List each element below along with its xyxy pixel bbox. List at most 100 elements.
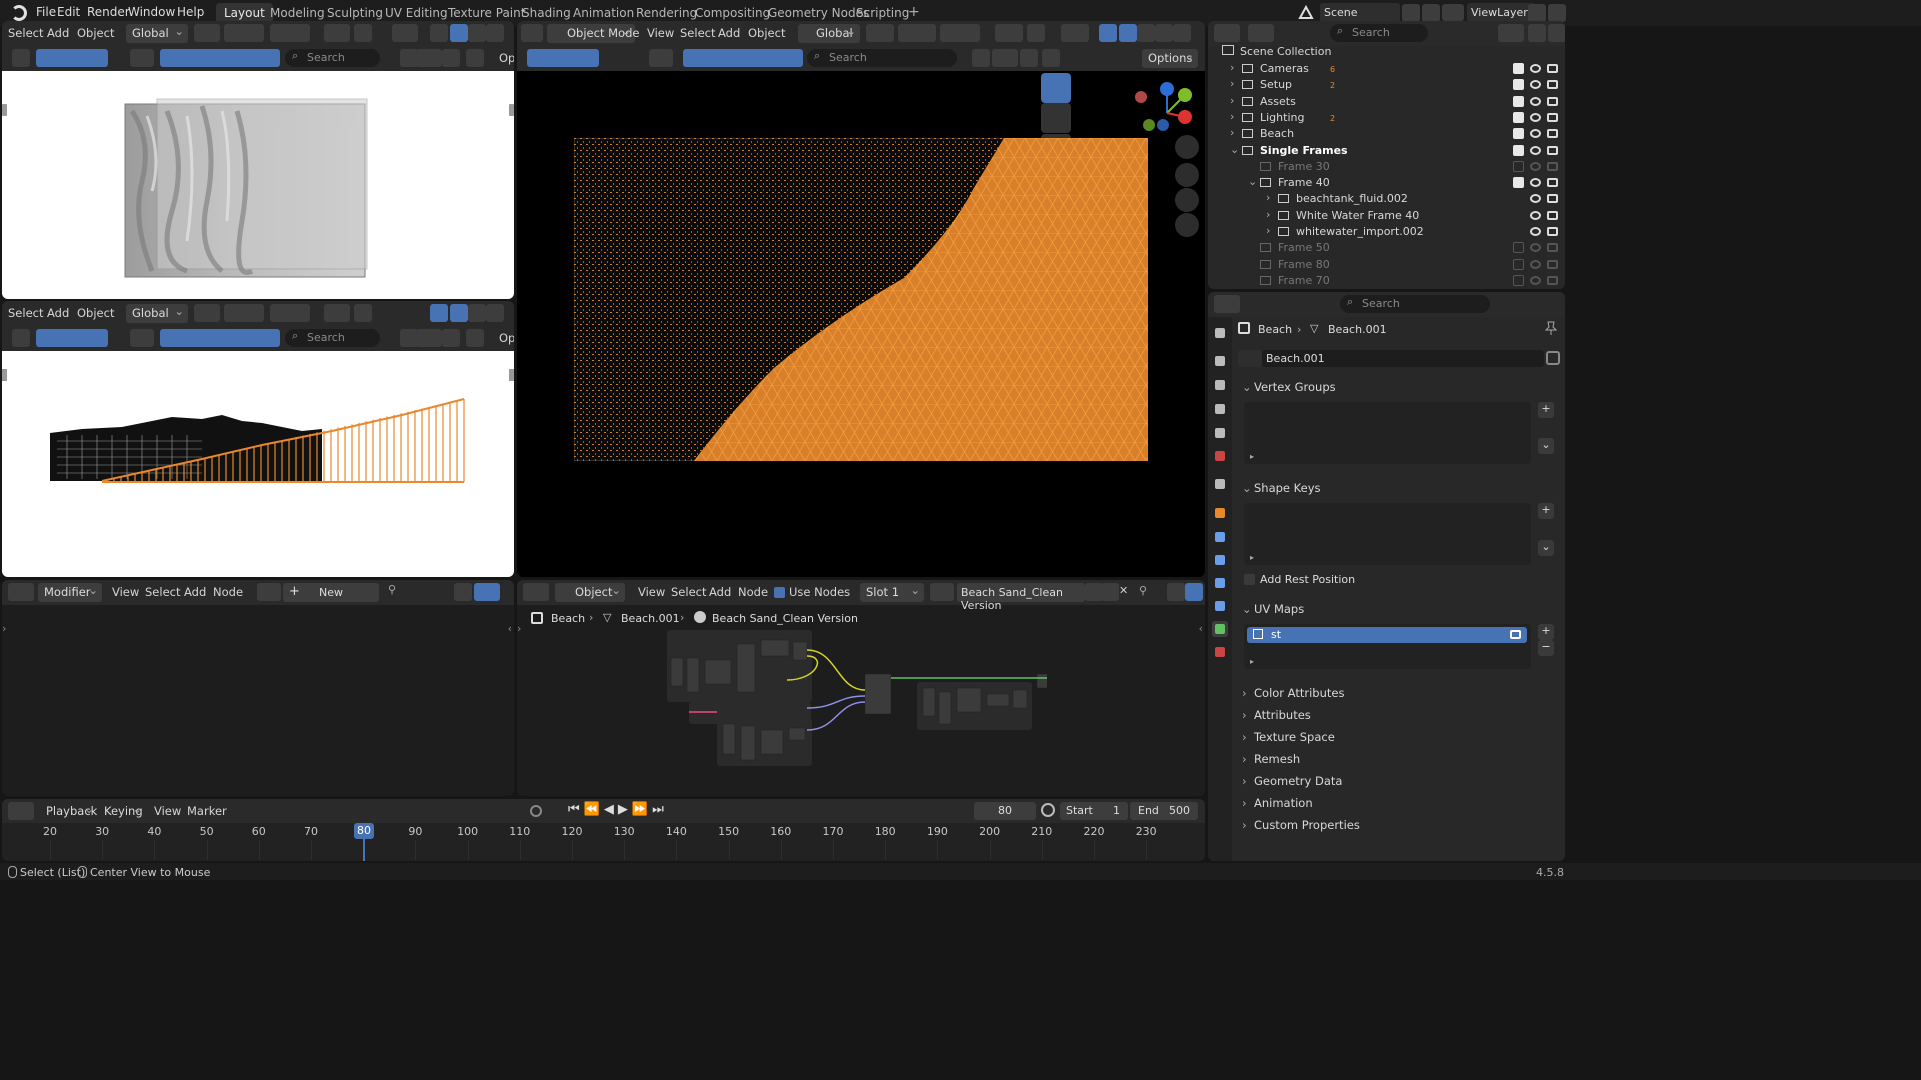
vp2-object-types-icon[interactable] (130, 329, 154, 347)
main-xray-icon[interactable] (1099, 24, 1117, 42)
node-menu-add[interactable]: Add (184, 585, 206, 599)
vp1-shield-icon[interactable] (466, 49, 484, 67)
vertex-groups-list[interactable] (1244, 402, 1531, 464)
vp2-visibility-icon[interactable] (324, 304, 350, 322)
render-camera-icon[interactable] (1547, 64, 1558, 73)
menu-window[interactable]: Window (128, 5, 175, 19)
vp1-proportional-icon[interactable] (270, 24, 310, 42)
current-frame-field[interactable]: 80 (974, 802, 1036, 820)
properties-editor-type-icon[interactable] (1214, 295, 1240, 313)
outliner-row-label[interactable]: Beach (1260, 127, 1294, 140)
vp2-menu-select[interactable]: Select (8, 306, 43, 320)
object-tab-icon[interactable] (1212, 505, 1228, 521)
output-tab-icon[interactable] (1212, 377, 1228, 393)
playhead-line[interactable] (363, 839, 365, 861)
render-camera-icon[interactable] (1547, 129, 1558, 139)
end-frame-field[interactable]: End 500 (1130, 802, 1198, 820)
outliner-row-label[interactable]: Assets (1260, 95, 1296, 108)
exclude-checkbox[interactable] (1513, 274, 1524, 286)
outliner-row[interactable]: › White Water Frame 40 (1208, 208, 1565, 224)
render-camera-icon[interactable] (1547, 112, 1558, 122)
expand-arrow-icon[interactable]: › (1230, 126, 1234, 139)
exclude-checkbox[interactable] (1513, 242, 1524, 254)
render-camera-icon[interactable] (1547, 96, 1558, 106)
eye-icon[interactable] (1530, 178, 1541, 188)
node-toolbar-arrow-icon[interactable]: › (2, 622, 6, 635)
pan-hand-icon[interactable] (1175, 163, 1199, 187)
outliner-row[interactable]: Frame 80 (1208, 257, 1565, 273)
outliner-row[interactable]: › Setup 2 (1208, 77, 1565, 93)
eye-icon[interactable] (1530, 64, 1541, 73)
outliner-row[interactable]: › Cameras 6 (1208, 61, 1565, 77)
main-filter-funnel-icon[interactable] (1020, 49, 1038, 67)
main-wireframe-shading-icon[interactable] (1119, 24, 1137, 42)
new-collection-icon[interactable] (1528, 24, 1546, 42)
main-menu-view[interactable]: View (647, 26, 674, 40)
render-camera-icon[interactable] (1547, 227, 1558, 236)
vp2-snap-icon[interactable] (224, 304, 264, 322)
exclude-checkbox[interactable] (1513, 160, 1524, 172)
vp1-wireframe-shading-icon[interactable] (450, 24, 468, 42)
expand-arrow-icon[interactable]: › (1230, 94, 1234, 107)
vp2-layout-icon[interactable] (416, 329, 442, 347)
outliner-row[interactable]: › Assets (1208, 94, 1565, 110)
shape-key-menu-icon[interactable]: ⌄ (1538, 540, 1554, 556)
node-menu-select[interactable]: Select (145, 585, 180, 599)
node-editor-type-icon[interactable] (8, 583, 34, 601)
node-pin-icon[interactable]: ⚲ (388, 583, 402, 601)
viewport-top[interactable]: Select Add Object Global Search Op (2, 21, 514, 299)
panel-color-attributes[interactable]: › Color Attributes (1232, 683, 1558, 703)
shader-toolbar-arrow-icon[interactable]: › (517, 622, 521, 635)
properties-search-input[interactable]: Search (1340, 295, 1490, 313)
material-browse-icon[interactable] (930, 583, 954, 601)
vp1-toolbar-handle[interactable] (2, 104, 7, 116)
outliner-row-label[interactable]: Setup (1260, 78, 1292, 91)
shape-keys-list[interactable] (1244, 503, 1531, 565)
eye-icon[interactable] (1530, 210, 1541, 220)
vp1-canvas[interactable] (2, 71, 514, 299)
camera-view-icon[interactable] (1175, 188, 1199, 212)
shader-sidebar-arrow-icon[interactable]: ‹ (1199, 622, 1203, 635)
eye-icon[interactable] (1530, 96, 1541, 106)
scene-tab-icon[interactable] (1212, 425, 1228, 441)
pin-icon[interactable] (1544, 321, 1558, 335)
panel-attributes[interactable]: › Attributes (1232, 705, 1558, 725)
outliner-editor-type-icon[interactable] (1214, 24, 1240, 42)
material-unlink-icon[interactable]: ✕ (1119, 584, 1128, 597)
eye-icon[interactable] (1530, 275, 1541, 285)
panel-animation[interactable]: › Animation (1232, 793, 1558, 813)
node-menu-view[interactable]: View (112, 585, 139, 599)
material-tab-icon[interactable] (1212, 644, 1228, 660)
vp1-select-tool-icon[interactable] (12, 49, 30, 67)
main-mode-dropdown[interactable]: Object Mode (547, 24, 639, 43)
outliner-row-label[interactable]: White Water Frame 40 (1296, 209, 1419, 222)
vp2-sidebar-handle[interactable] (509, 369, 514, 381)
eye-icon[interactable] (1530, 129, 1541, 139)
main-overlay-icon[interactable] (1061, 24, 1089, 42)
vp1-snap-icon[interactable] (224, 24, 264, 42)
menu-render[interactable]: Render (87, 5, 130, 19)
vp1-menu-object[interactable]: Object (77, 26, 114, 40)
delete-view-layer-icon[interactable] (1548, 4, 1566, 22)
vp2-pivot-icon[interactable] (194, 304, 220, 322)
shader-overlay-icon[interactable] (1167, 583, 1185, 601)
preview-range-clock-icon[interactable] (1041, 803, 1055, 817)
shape-keys-expand-icon[interactable]: ▸ (1250, 553, 1254, 562)
vp2-filter-icons[interactable] (160, 329, 280, 347)
vp1-layout-icon[interactable] (416, 49, 442, 67)
vp1-search-input[interactable]: Search (285, 49, 380, 67)
vp2-select-tool-icon[interactable] (12, 329, 30, 347)
panel-texture-space[interactable]: › Texture Space (1232, 727, 1558, 747)
slot-dropdown[interactable]: Slot 1 (860, 583, 924, 602)
playhead-frame-label[interactable]: 80 (354, 823, 374, 839)
vp1-overlay-icon[interactable] (392, 24, 418, 42)
vp1-select-mode-icons[interactable] (36, 49, 108, 67)
panel-geometry-data[interactable]: › Geometry Data (1232, 771, 1558, 791)
outliner-row-label[interactable]: Frame 80 (1278, 258, 1330, 271)
shader-type-dropdown[interactable]: Object (555, 583, 625, 602)
vp2-xray-icon[interactable] (430, 304, 448, 322)
outliner-row-label[interactable]: Frame 40 (1278, 176, 1330, 189)
expand-arrow-icon[interactable]: › (1266, 224, 1270, 237)
outliner-row-label[interactable]: Cameras (1260, 62, 1309, 75)
vp1-xray-icon[interactable] (430, 24, 448, 42)
